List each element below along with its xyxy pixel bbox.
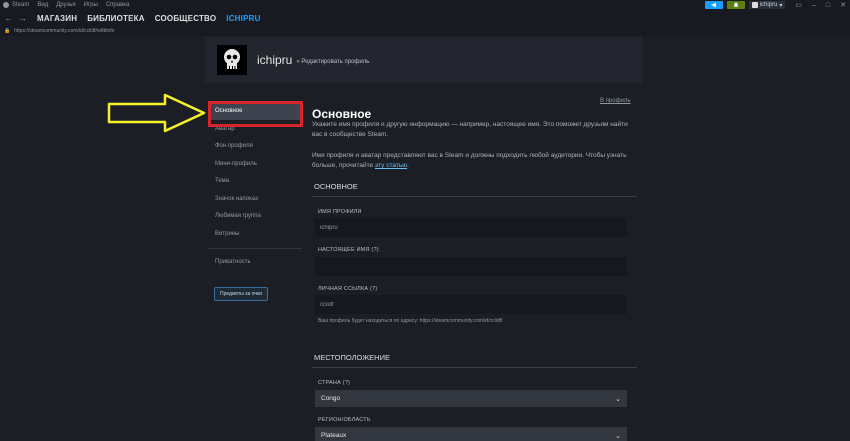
account-name: ichipru: [759, 2, 778, 8]
back-to-profile-link[interactable]: В профиль: [600, 98, 631, 104]
sidebar-item-mini-profile[interactable]: Мини-профиль: [208, 155, 302, 173]
yellow-arrow-icon: [107, 93, 206, 133]
nav-community[interactable]: СООБЩЕСТВО: [155, 14, 217, 23]
chevron-down-icon: ▾: [779, 2, 783, 9]
policy-text: Имя профиля и аватар представляют вас в …: [312, 151, 632, 171]
page-title: Основное: [312, 107, 372, 121]
country-select[interactable]: Congo ⌄: [315, 390, 627, 407]
menu-item-steam[interactable]: Steam: [12, 2, 29, 8]
region-value: Plateaux: [321, 432, 347, 439]
profile-avatar[interactable]: [217, 45, 247, 75]
menu-item-help[interactable]: Справка: [106, 2, 130, 8]
menu-item-view[interactable]: Вид: [37, 2, 48, 8]
custom-url-hint: Ваш профиль будет находиться по адресу: …: [318, 318, 503, 324]
history-nav: ← →: [4, 13, 27, 23]
forward-arrow-icon[interactable]: →: [18, 13, 27, 23]
policy-text-body: Имя профиля и аватар представляют вас в …: [312, 152, 627, 169]
megaphone-icon: [711, 2, 716, 8]
region-label: РЕГИОН/ОБЛАСТЬ: [318, 417, 371, 423]
main-nav: ← → МАГАЗИН БИБЛИОТЕКА СООБЩЕСТВО ICHIPR…: [0, 10, 850, 26]
notifications-button[interactable]: [726, 1, 745, 9]
url-text[interactable]: https://steamcommunity.com/id/cclidf/edi…: [14, 28, 114, 34]
custom-url-input[interactable]: [315, 295, 627, 314]
sidebar-item-group[interactable]: Любимая группа: [208, 208, 302, 226]
steam-client-window: Steam Вид Друзья Игры Справка ichipru ▾ …: [0, 0, 850, 441]
close-icon[interactable]: ✕: [840, 1, 846, 9]
breadcrumb: » Редактировать профиль: [296, 59, 370, 65]
account-menu[interactable]: ichipru ▾: [748, 1, 786, 9]
section-location-header: МЕСТОПОЛОЖЕНИЕ: [312, 353, 637, 368]
profile-header: ichipru » Редактировать профиль: [205, 37, 642, 83]
article-link[interactable]: эту статью: [375, 162, 407, 169]
chevron-down-icon: ⌄: [615, 395, 621, 403]
monitor-icon[interactable]: ▭: [795, 1, 802, 9]
lock-icon: 🔒: [4, 28, 11, 34]
back-arrow-icon[interactable]: ←: [4, 13, 13, 23]
region-select[interactable]: Plateaux ⌄: [315, 427, 627, 441]
steam-logo-icon: [3, 2, 9, 8]
skull-icon: [217, 45, 247, 75]
nav-store[interactable]: МАГАЗИН: [37, 14, 77, 23]
sidebar-item-badge[interactable]: Значок напоказ: [208, 190, 302, 208]
profile-name[interactable]: ichipru: [257, 53, 292, 67]
maximize-icon[interactable]: □: [826, 2, 830, 9]
broadcast-button[interactable]: [704, 1, 723, 9]
profile-name-label: ИМЯ ПРОФИЛЯ: [318, 209, 362, 215]
points-items-button[interactable]: Предметы за очки: [214, 287, 268, 301]
minimize-icon[interactable]: –: [812, 2, 816, 9]
title-bar-controls: ichipru ▾ ▭ – □ ✕: [704, 0, 846, 10]
section-basic-header: ОСНОВНОЕ: [312, 182, 637, 197]
sidebar-item-showcases[interactable]: Витрины: [208, 225, 302, 243]
highlight-box: [208, 101, 303, 127]
menu-item-games[interactable]: Игры: [84, 2, 98, 8]
chevron-down-icon: ⌄: [615, 432, 621, 440]
country-label: СТРАНА (?): [318, 380, 351, 386]
account-avatar: [751, 2, 758, 8]
country-value: Congo: [321, 395, 341, 402]
policy-text-end: .: [407, 162, 409, 169]
sidebar-divider: [208, 248, 302, 249]
sidebar-item-privacy[interactable]: Приватность: [208, 253, 302, 270]
bell-icon: [733, 2, 739, 7]
sidebar-item-background[interactable]: Фон профиля: [208, 138, 302, 156]
menu-item-friends[interactable]: Друзья: [56, 2, 75, 8]
intro-text: Укажите имя профиля и другую информацию …: [312, 121, 628, 138]
real-name-input[interactable]: [315, 257, 627, 276]
nav-user[interactable]: ICHIPRU: [226, 14, 260, 23]
url-bar: 🔒 https://steamcommunity.com/id/cclidf/e…: [0, 26, 850, 36]
nav-library[interactable]: БИБЛИОТЕКА: [87, 14, 145, 23]
real-name-label: НАСТОЯЩЕЕ ИМЯ (?): [318, 247, 379, 253]
sidebar-item-theme[interactable]: Тема: [208, 173, 302, 191]
custom-url-label: ЛИЧНАЯ ССЫЛКА (?): [318, 286, 378, 292]
profile-name-input[interactable]: [315, 218, 627, 237]
